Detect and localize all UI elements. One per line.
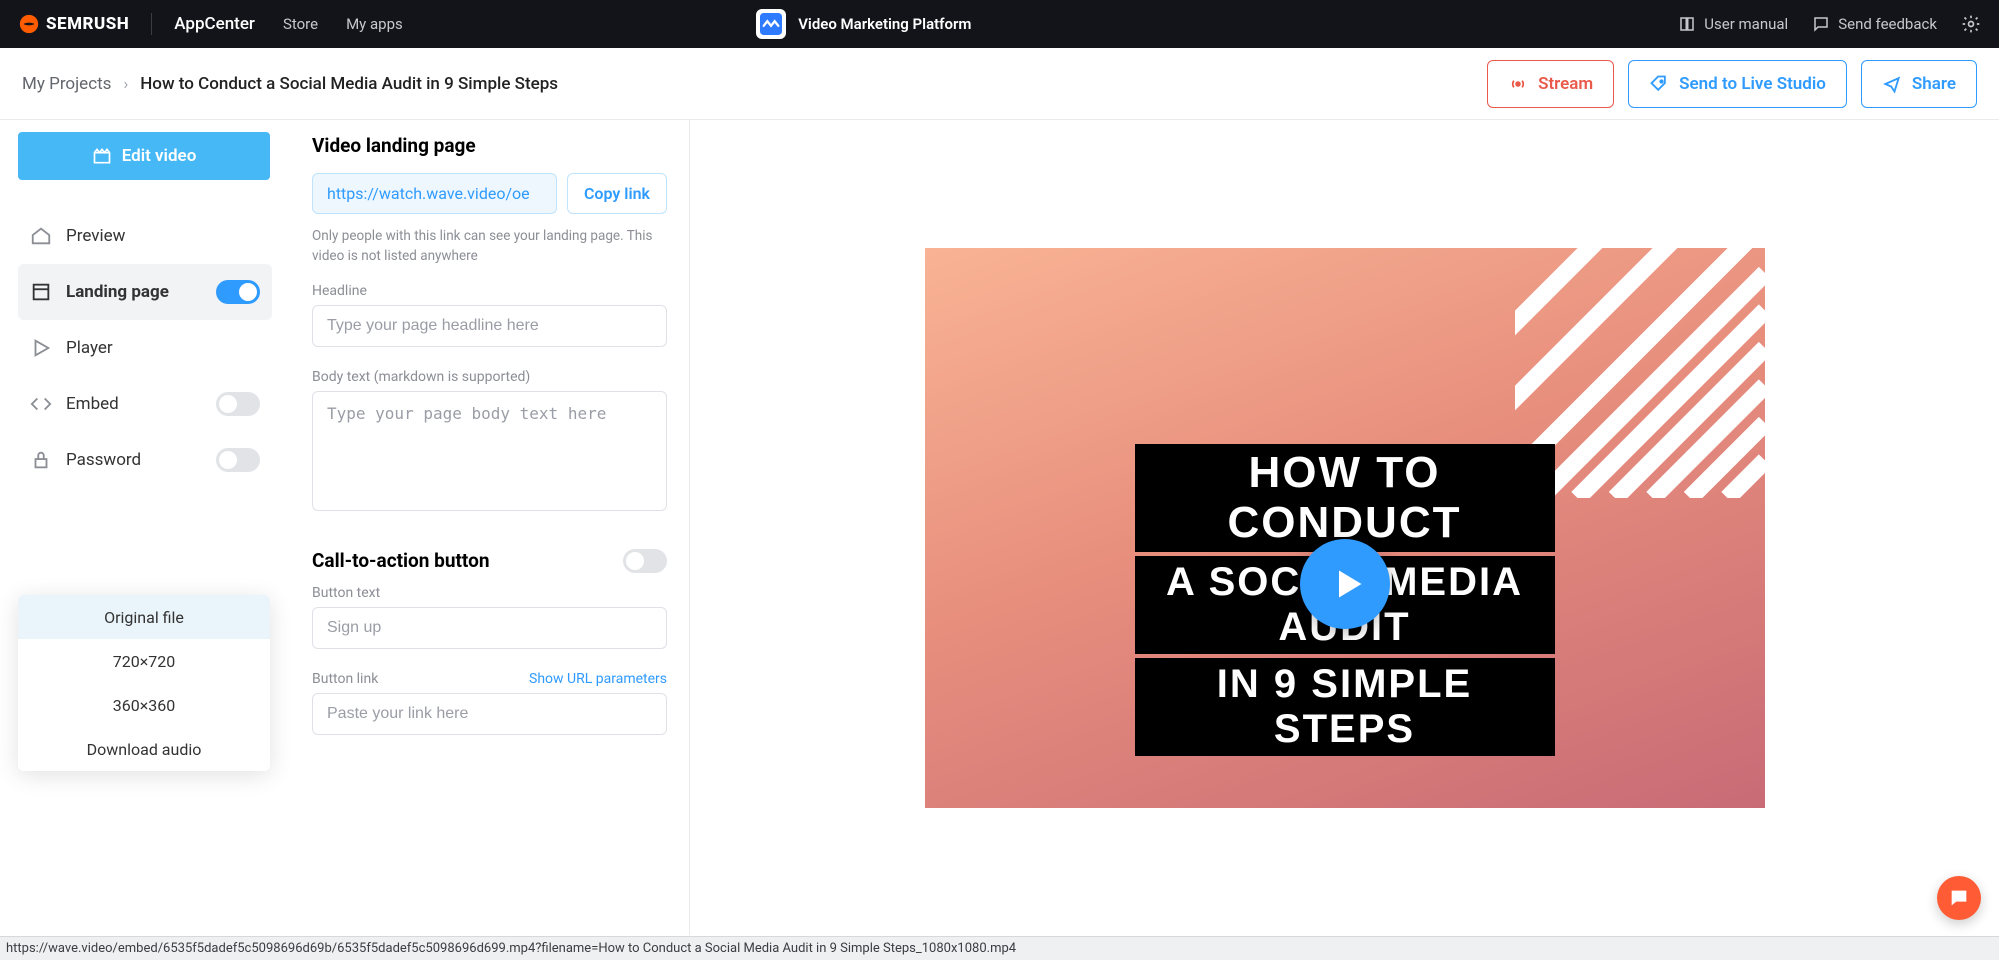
sidebar-item-label: Player (66, 338, 113, 358)
button-link-input[interactable] (312, 693, 667, 735)
video-title-line3: IN 9 SIMPLE STEPS (1135, 658, 1555, 756)
video-preview: HOW TO CONDUCT A SOCIAL MEDIA AUDIT IN 9… (925, 248, 1765, 808)
head-buttons: Stream Send to Live Studio Share (1487, 60, 1977, 108)
play-icon (30, 337, 52, 359)
landing-url[interactable]: https://watch.wave.video/oe (312, 173, 557, 214)
user-manual-link[interactable]: User manual (1678, 15, 1788, 33)
stream-button[interactable]: Stream (1487, 60, 1614, 108)
wave-icon (760, 13, 782, 35)
share-icon (1882, 74, 1902, 94)
divider (151, 13, 152, 35)
sidebar-item-preview[interactable]: Preview (18, 208, 272, 264)
feedback-icon (1812, 15, 1830, 33)
user-manual-label: User manual (1704, 15, 1788, 33)
send-feedback-link[interactable]: Send feedback (1812, 15, 1937, 33)
sidebar: Edit video Preview Landing page Player E… (0, 120, 290, 935)
home-icon (30, 225, 52, 247)
popup-720[interactable]: 720×720 (18, 639, 270, 683)
video-title-line1: HOW TO CONDUCT (1135, 444, 1555, 552)
body-input[interactable] (312, 391, 667, 511)
book-icon (1678, 15, 1696, 33)
settings-button[interactable] (1961, 14, 1981, 34)
nav-store[interactable]: Store (283, 15, 318, 33)
chat-icon (1948, 887, 1970, 909)
lock-icon (30, 449, 52, 471)
link-hint: Only people with this link can see your … (312, 226, 667, 267)
clapper-icon (92, 146, 112, 166)
sidebar-item-label: Password (66, 450, 141, 470)
sidebar-item-password[interactable]: Password (18, 432, 272, 488)
chevron-right-icon: › (123, 74, 128, 93)
landing-page-toggle[interactable] (216, 280, 260, 304)
nav-myapps[interactable]: My apps (346, 15, 403, 33)
status-bar: https://wave.video/embed/6535f5dadef5c50… (0, 936, 1999, 960)
headline-label: Headline (312, 283, 667, 299)
chat-bubble[interactable] (1937, 876, 1981, 920)
send-live-button[interactable]: Send to Live Studio (1628, 60, 1847, 108)
popup-360[interactable]: 360×360 (18, 683, 270, 727)
semrush-logo-icon (18, 13, 40, 35)
page-icon (30, 281, 52, 303)
appcenter-label[interactable]: AppCenter (174, 14, 255, 34)
popup-original-file[interactable]: Original file (18, 595, 270, 639)
brand-name: SEMRUSH (46, 14, 129, 34)
gear-icon (1961, 14, 1981, 34)
sidebar-item-player[interactable]: Player (18, 320, 272, 376)
sidebar-item-embed[interactable]: Embed (18, 376, 272, 432)
code-icon (30, 393, 52, 415)
play-button[interactable] (1300, 539, 1390, 629)
brand-logo[interactable]: SEMRUSH (18, 13, 129, 35)
button-link-label-row: Button link Show URL parameters (312, 671, 667, 693)
copy-link-button[interactable]: Copy link (567, 173, 667, 214)
download-popup-menu: Original file 720×720 360×360 Download a… (18, 595, 270, 771)
button-text-input[interactable] (312, 607, 667, 649)
popup-download-audio[interactable]: Download audio (18, 727, 270, 771)
brand: SEMRUSH AppCenter (18, 13, 255, 35)
sidebar-item-label: Preview (66, 226, 125, 246)
send-live-label: Send to Live Studio (1679, 74, 1826, 94)
play-triangle-icon (1330, 566, 1366, 602)
edit-video-label: Edit video (122, 146, 197, 166)
cta-header: Call-to-action button (312, 549, 667, 573)
center-area: Video Marketing Platform (756, 9, 971, 39)
password-toggle[interactable] (216, 448, 260, 472)
app-title: Video Marketing Platform (798, 15, 971, 33)
preview-panel: HOW TO CONDUCT A SOCIAL MEDIA AUDIT IN 9… (690, 120, 1999, 935)
topbar: SEMRUSH AppCenter Store My apps Video Ma… (0, 0, 1999, 48)
send-feedback-label: Send feedback (1838, 15, 1937, 33)
section-title-landing: Video landing page (312, 134, 667, 157)
page-title: How to Conduct a Social Media Audit in 9… (140, 74, 558, 94)
right-links: User manual Send feedback (1678, 14, 1981, 34)
tag-icon (1649, 74, 1669, 94)
status-text: https://wave.video/embed/6535f5dadef5c50… (6, 941, 1016, 956)
button-link-label: Button link (312, 671, 378, 687)
broadcast-icon (1508, 74, 1528, 94)
share-label: Share (1912, 74, 1956, 94)
breadcrumb-bar: My Projects › How to Conduct a Social Me… (0, 48, 1999, 120)
edit-video-button[interactable]: Edit video (18, 132, 270, 180)
headline-input[interactable] (312, 305, 667, 347)
breadcrumb-root[interactable]: My Projects (22, 74, 111, 94)
sidebar-item-label: Embed (66, 394, 119, 414)
cta-toggle[interactable] (623, 549, 667, 573)
form-panel: Video landing page https://watch.wave.vi… (290, 120, 690, 935)
share-button[interactable]: Share (1861, 60, 1977, 108)
cta-title: Call-to-action button (312, 549, 489, 572)
body-label: Body text (markdown is supported) (312, 369, 667, 385)
sidebar-item-landing-page[interactable]: Landing page (18, 264, 272, 320)
embed-toggle[interactable] (216, 392, 260, 416)
stream-label: Stream (1538, 74, 1593, 94)
show-url-parameters-link[interactable]: Show URL parameters (529, 671, 667, 687)
url-row: https://watch.wave.video/oe Copy link (312, 173, 667, 214)
app-badge (756, 9, 786, 39)
button-text-label: Button text (312, 585, 667, 601)
sidebar-item-label: Landing page (66, 282, 169, 302)
main-content: Edit video Preview Landing page Player E… (0, 120, 1999, 935)
